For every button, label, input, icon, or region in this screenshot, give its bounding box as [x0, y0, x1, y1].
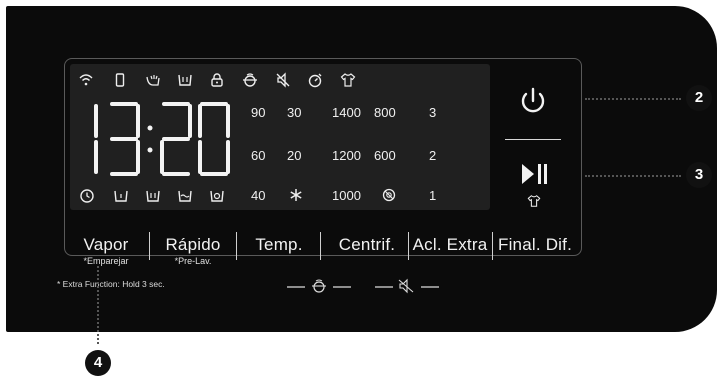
- temp-40: 40: [251, 188, 266, 203]
- spin-icon: [209, 188, 225, 204]
- button-divider: [236, 232, 237, 260]
- clock-icon: [79, 188, 95, 204]
- lock-icon: [209, 72, 225, 88]
- callout-2: 2: [686, 85, 712, 111]
- vapor-label: Vapor: [83, 235, 129, 254]
- spin-600: 600: [374, 148, 396, 163]
- temp-20: 20: [287, 148, 302, 163]
- spin-1200: 1200: [332, 148, 361, 163]
- tub-wash-icon: [113, 188, 129, 204]
- tub-wash2-icon: [145, 188, 161, 204]
- shirt-icon: [340, 72, 356, 88]
- temp-button[interactable]: Temp.: [240, 235, 318, 255]
- shirt-small-icon: [527, 194, 541, 208]
- start-pause-button[interactable]: [519, 160, 549, 188]
- wash-hand-icon: [145, 72, 161, 88]
- rapido-sublabel: *Pre-Lav.: [174, 256, 212, 266]
- rinse-2: 2: [429, 148, 437, 163]
- mute-combo-icon: [373, 278, 441, 294]
- acl-extra-button[interactable]: Acl. Extra: [410, 235, 490, 255]
- centrif-label: Centrif.: [338, 235, 396, 254]
- extra-function-note: * Extra Function: Hold 3 sec.: [57, 279, 165, 289]
- timer-icon: [307, 72, 323, 88]
- callout-line-2: [585, 98, 681, 100]
- button-divider: [408, 232, 409, 260]
- controls-divider: [505, 139, 561, 140]
- child-lock-icon: [242, 72, 258, 88]
- rapido-label: Rápido: [165, 235, 221, 254]
- final-dif-label: Final. Dif.: [498, 235, 572, 254]
- button-divider: [149, 232, 150, 260]
- temp-60: 60: [251, 148, 266, 163]
- temp-90: 90: [251, 105, 266, 120]
- rinse-icon: [177, 188, 193, 204]
- vapor-sublabel: *Emparejar: [83, 256, 129, 266]
- centrif-button[interactable]: Centrif.: [325, 235, 409, 255]
- callout-line-3: [585, 175, 681, 177]
- spin-1400: 1400: [332, 105, 361, 120]
- temp-30: 30: [287, 105, 302, 120]
- child-lock-combo-icon: [285, 278, 353, 294]
- snowflake-icon: [288, 187, 304, 203]
- rapido-button[interactable]: Rápido *Pre-Lav.: [155, 235, 231, 266]
- callout-4: 4: [85, 350, 111, 376]
- acl-extra-label: Acl. Extra: [412, 235, 488, 254]
- rinse-3: 3: [429, 105, 437, 120]
- vapor-button[interactable]: Vapor *Emparejar: [66, 235, 146, 266]
- rinse-1: 1: [429, 188, 437, 203]
- no-spin-icon: [381, 187, 397, 203]
- time-display: [82, 100, 232, 178]
- callout-3: 3: [686, 162, 712, 188]
- button-divider: [320, 232, 321, 260]
- wifi-icon: [78, 72, 94, 88]
- spin-800: 800: [374, 105, 396, 120]
- mute-icon: [275, 72, 291, 88]
- final-dif-button[interactable]: Final. Dif.: [493, 235, 577, 255]
- temp-label: Temp.: [255, 235, 303, 254]
- power-button[interactable]: [516, 84, 550, 118]
- tub-icon: [177, 72, 193, 88]
- smartphone-icon: [112, 72, 128, 88]
- spin-1000: 1000: [332, 188, 361, 203]
- callout-line-4: [97, 266, 99, 344]
